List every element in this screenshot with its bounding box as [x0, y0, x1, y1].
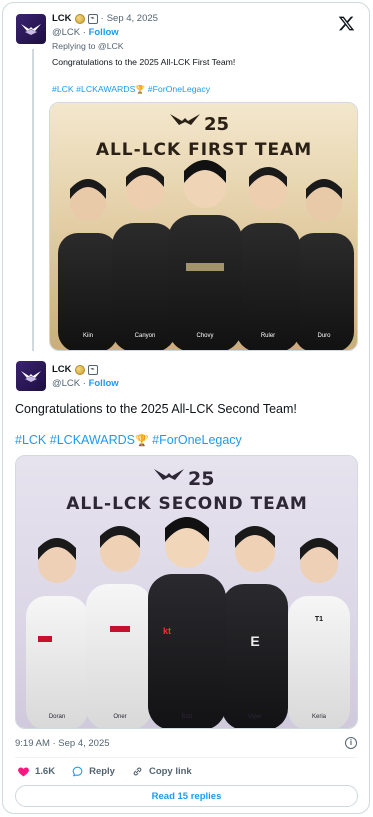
hashtags: #LCK #LCKAWARDS🏆 #ForOneLegacy	[15, 433, 242, 447]
follow-button[interactable]: Follow	[89, 378, 119, 389]
read-replies-button[interactable]: Read 15 replies	[15, 785, 358, 807]
author-handle[interactable]: @LCK	[52, 27, 80, 38]
handle-row: @LCK · Follow	[52, 378, 119, 389]
player-name: Ruler	[261, 333, 275, 339]
follow-button[interactable]: Follow	[89, 27, 119, 38]
tweet-timestamp[interactable]: 9:19 AM · Sep 4, 2025	[15, 738, 110, 749]
poster-year: 25	[188, 468, 214, 490]
copy-link-label: Copy link	[148, 766, 192, 777]
author-handle[interactable]: @LCK	[52, 378, 80, 389]
trophy-icon: 🏆	[135, 85, 146, 94]
first-team-poster: 25 ALL-LCK FIRST TEAM Kiin Canyon Chovy …	[50, 103, 357, 350]
player-name: Oner	[113, 714, 126, 720]
player-name: Kiin	[83, 333, 93, 339]
avatar[interactable]	[16, 361, 46, 391]
verified-gold-icon	[74, 13, 85, 24]
tweet-date[interactable]: Sep 4, 2025	[107, 13, 158, 24]
player-name: Doran	[49, 714, 65, 720]
poster-title: ALL-LCK SECOND TEAM	[66, 494, 308, 514]
affiliate-badge-icon: ⌁	[87, 13, 98, 24]
affiliate-badge-icon: ⌁	[87, 364, 98, 375]
tweet-image[interactable]: 25 ALL-LCK FIRST TEAM Kiin Canyon Chovy …	[49, 102, 358, 351]
tweet-embed-card: LCK ⌁ · Sep 4, 2025 @LCK · Follow Replyi…	[2, 2, 370, 814]
hashtag-link[interactable]: #ForOneLegacy	[152, 433, 242, 447]
tweet-text: Congratulations to the 2025 All-LCK Seco…	[15, 402, 297, 416]
author-row: LCK ⌁	[52, 364, 98, 375]
divider	[15, 757, 357, 758]
separator: ·	[82, 27, 86, 38]
reply-button[interactable]: Reply	[71, 765, 115, 778]
separator: ·	[100, 13, 104, 24]
x-logo-icon[interactable]	[338, 15, 355, 32]
verified-gold-icon	[74, 364, 85, 375]
handle-row: @LCK · Follow	[52, 27, 119, 38]
hashtag-link[interactable]: #LCKAWARDS	[76, 84, 135, 94]
player-name: Canyon	[135, 333, 156, 339]
avatar[interactable]	[16, 14, 46, 44]
hashtag-link[interactable]: #ForOneLegacy	[148, 84, 210, 94]
reply-label: Reply	[89, 766, 115, 777]
lck-avatar-icon	[21, 371, 41, 382]
author-name[interactable]: LCK	[52, 13, 72, 24]
poster-title: ALL-LCK FIRST TEAM	[96, 140, 312, 160]
svg-text:E: E	[250, 633, 259, 649]
second-team-poster: 25 ALL-LCK SECOND TEAM T1 E kt Doran One…	[16, 456, 357, 728]
like-count: 1.6K	[35, 766, 56, 777]
player-name: Bdd	[182, 714, 193, 720]
hashtags: #LCK #LCKAWARDS🏆 #ForOneLegacy	[52, 84, 210, 94]
reply-icon	[72, 766, 83, 777]
author-row: LCK ⌁ · Sep 4, 2025	[52, 13, 158, 24]
lck-avatar-icon	[21, 24, 41, 35]
hashtag-link[interactable]: #LCK	[52, 84, 74, 94]
like-button[interactable]: 1.6K	[17, 765, 55, 778]
svg-text:T1: T1	[315, 616, 323, 623]
action-bar: 1.6K Reply Copy link	[17, 765, 208, 778]
link-icon	[133, 767, 142, 776]
thread-connector	[32, 49, 34, 351]
player-name: Duro	[317, 333, 331, 339]
tweet-image[interactable]: 25 ALL-LCK SECOND TEAM T1 E kt Doran One…	[15, 455, 358, 729]
hashtag-link[interactable]: #LCK	[15, 433, 46, 447]
player-name: Viper	[248, 714, 262, 720]
replying-to[interactable]: Replying to @LCK	[52, 41, 124, 51]
tweet-text: Congratulations to the 2025 All-LCK Firs…	[52, 57, 236, 67]
info-icon[interactable]: i	[345, 737, 357, 749]
player-name: Keria	[312, 714, 327, 720]
trophy-icon: 🏆	[134, 435, 149, 447]
svg-text:kt: kt	[163, 626, 171, 636]
copy-link-button[interactable]: Copy link	[131, 765, 192, 778]
separator: ·	[82, 378, 86, 389]
player-name: Chovy	[196, 333, 213, 339]
author-name[interactable]: LCK	[52, 364, 72, 375]
hashtag-link[interactable]: #LCKAWARDS	[50, 433, 135, 447]
heart-icon	[18, 767, 29, 777]
poster-year: 25	[204, 114, 229, 135]
